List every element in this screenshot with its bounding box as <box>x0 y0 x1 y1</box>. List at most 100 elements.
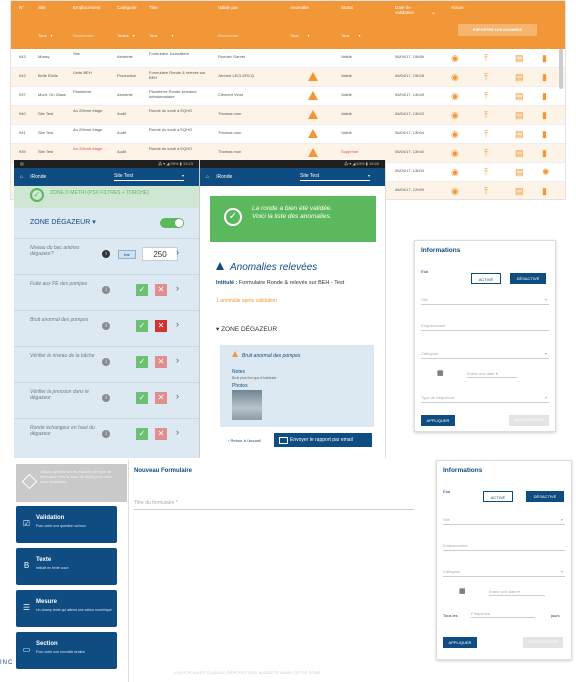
zone-toggle[interactable] <box>160 218 184 228</box>
upload-icon[interactable]: ⤒ <box>484 91 488 101</box>
trash-icon[interactable]: ▮ <box>542 91 547 101</box>
upload-icon[interactable]: ⤒ <box>484 129 488 139</box>
deactivate-button[interactable]: DÉSACTIVÉ <box>510 273 546 284</box>
col-header-statut[interactable]: Statut Tous ▾ <box>341 5 360 38</box>
eye-icon[interactable]: ◉ <box>451 129 459 139</box>
yes-check-button[interactable]: ✓ <box>136 356 148 368</box>
col-header-id[interactable]: N° <box>19 5 24 10</box>
site-field[interactable]: Site ▾ <box>421 295 549 305</box>
restore-icon[interactable]: ✺ <box>542 167 550 177</box>
no-cross-button[interactable]: ✕ <box>155 428 167 440</box>
document-icon[interactable]: ▤ <box>515 186 524 196</box>
table-row[interactable]: 941 Site Test Au 20ème étage Audit Ronde du … <box>11 125 565 144</box>
document-icon[interactable]: ▤ <box>515 91 524 101</box>
drop-zone[interactable]: VOUS POUVEZ CLIQUEZ-DÉPOSEZ DES WIDGETS … <box>174 670 321 675</box>
chevron-right-icon[interactable]: › <box>176 427 179 437</box>
filter-site[interactable]: Tous ▾ <box>38 33 52 38</box>
chevron-right-icon[interactable]: › <box>176 355 179 365</box>
tool-texte-button[interactable]: B Texte Intitulé en texte court <box>16 548 117 585</box>
filter-statut[interactable]: Tous ▾ <box>341 33 360 38</box>
document-icon[interactable]: ▤ <box>515 110 524 120</box>
info-icon[interactable]: i <box>102 394 110 402</box>
activate-button[interactable]: ACTIVÉ <box>471 273 501 284</box>
no-cross-button[interactable]: ✕ <box>155 284 167 296</box>
col-header-emplacement[interactable]: Emplacement Rechercher <box>73 5 113 38</box>
calendar-icon[interactable]: ▦ <box>437 369 444 377</box>
send-email-report-button[interactable]: Envoyer le rapport par email <box>274 433 372 447</box>
eye-icon[interactable]: ◉ <box>451 167 459 177</box>
apply-button[interactable]: APPLIQUER <box>443 637 477 648</box>
document-icon[interactable]: ▤ <box>515 53 524 63</box>
zone-header[interactable]: ZONE DÉGAZEUR ▾ <box>14 208 199 238</box>
eye-icon[interactable]: ◉ <box>451 148 459 158</box>
filter-valide-par[interactable]: Rechercher <box>218 33 239 38</box>
home-icon[interactable]: ⌂ <box>206 174 209 180</box>
upload-icon[interactable]: ⤒ <box>484 186 488 196</box>
filter-categorie[interactable]: Toutes ▾ <box>117 33 135 38</box>
save-button[interactable]: SAUVEGARDER <box>523 637 563 648</box>
home-icon[interactable]: ⌂ <box>20 174 23 180</box>
document-icon[interactable]: ▤ <box>515 148 524 158</box>
col-header-titre[interactable]: Titre Tous ▾ <box>149 5 173 38</box>
col-header-date[interactable]: Date de validation <box>395 5 423 15</box>
eye-icon[interactable]: ◉ <box>451 186 459 196</box>
yes-check-button[interactable]: ✓ <box>136 392 148 404</box>
anomaly-card[interactable]: Bruit anormal des pompes Notes Bruit plu… <box>220 345 374 427</box>
filter-anomalie[interactable]: Tous ▾ <box>290 33 309 38</box>
no-cross-button[interactable]: ✕ <box>155 356 167 368</box>
emplacement-field[interactable]: Emplacement <box>443 541 565 551</box>
document-icon[interactable]: ▤ <box>515 72 524 82</box>
tool-validation-button[interactable]: ☑ Validation Pour créer une question oui/n… <box>16 506 117 543</box>
eye-icon[interactable]: ◉ <box>451 91 459 101</box>
calendar-icon[interactable]: ▦ <box>459 587 466 595</box>
save-button[interactable]: SAUVEGARDER <box>509 415 549 426</box>
tool-section-button[interactable]: ▭ Section Pour créer une nouvelle section <box>16 632 117 669</box>
completed-zone-banner[interactable]: ✓ ZONE D MÉTRI (PSX FILTRES + TORCHE) <box>14 186 199 208</box>
info-icon[interactable]: i <box>102 430 110 438</box>
site-select[interactable]: Site Test ▾ <box>114 172 184 181</box>
filter-titre[interactable]: Tous ▾ <box>149 33 173 38</box>
activate-button[interactable]: ACTIVÉ <box>483 491 513 502</box>
col-header-site[interactable]: Site Tous ▾ <box>38 5 52 38</box>
upload-icon[interactable]: ⤒ <box>484 167 488 177</box>
document-icon[interactable]: ▤ <box>515 129 524 139</box>
table-row[interactable]: 943 Mossy Site Astreinte Formulaire Journali… <box>11 49 565 68</box>
anomaly-photo[interactable] <box>232 390 262 420</box>
col-header-anomalie[interactable]: Anomalie Tous ▾ <box>290 5 309 38</box>
col-header-categorie[interactable]: Catégorie Toutes ▾ <box>117 5 137 38</box>
date-field[interactable]: Entrer une date ▾ <box>467 369 517 378</box>
deactivate-button[interactable]: DÉSACTIVÉ <box>526 491 564 502</box>
table-row[interactable]: 937 Mont. On Glass Planeterre Astreinte Plan… <box>11 87 565 106</box>
col-header-valide-par[interactable]: Valide par Rechercher <box>218 5 239 38</box>
info-icon[interactable]: i <box>102 250 110 258</box>
chevron-right-icon[interactable]: › <box>176 391 179 401</box>
no-cross-button[interactable]: ✕ <box>155 320 167 332</box>
eye-icon[interactable]: ◉ <box>451 53 459 63</box>
document-icon[interactable]: ▤ <box>515 167 524 177</box>
eye-icon[interactable]: ◉ <box>451 110 459 120</box>
upload-icon[interactable]: ⤒ <box>484 148 488 158</box>
yes-check-button[interactable]: ✓ <box>136 320 148 332</box>
site-select[interactable]: Site Test ▾ <box>300 172 370 181</box>
info-icon[interactable]: i <box>102 286 110 294</box>
trash-icon[interactable]: ▮ <box>542 72 547 82</box>
zone-header[interactable]: ▾ ZONE DÉGAZEUR <box>216 325 277 333</box>
categorie-field[interactable]: Catégorie ▾ <box>421 349 549 359</box>
export-data-button[interactable]: EXPORTER LES DONNÉES <box>458 24 537 36</box>
eye-icon[interactable]: ◉ <box>451 72 459 82</box>
form-title-input[interactable]: Titre du formulaire * <box>134 496 414 510</box>
sort-date-chevron-icon[interactable]: ⌄ <box>431 10 436 16</box>
site-field[interactable]: Site ▾ <box>443 515 565 525</box>
date-field[interactable]: Entrer une date ▾ <box>489 587 545 596</box>
table-scrollbar[interactable] <box>559 49 563 89</box>
upload-icon[interactable]: ⤒ <box>484 53 488 63</box>
info-icon[interactable]: i <box>102 358 110 366</box>
chevron-right-icon[interactable]: › <box>176 283 179 293</box>
frequency-type-field[interactable]: Type de fréquence ▾ <box>421 393 549 403</box>
yes-check-button[interactable]: ✓ <box>136 284 148 296</box>
no-cross-button[interactable]: ✕ <box>155 392 167 404</box>
back-home-link[interactable]: ‹ Retour à l'accueil <box>228 438 261 443</box>
table-row[interactable]: 940 Site Test Au 20ème étage Audit Ronde du … <box>11 106 565 125</box>
yes-check-button[interactable]: ✓ <box>136 428 148 440</box>
measure-input[interactable]: 250 <box>142 247 178 261</box>
